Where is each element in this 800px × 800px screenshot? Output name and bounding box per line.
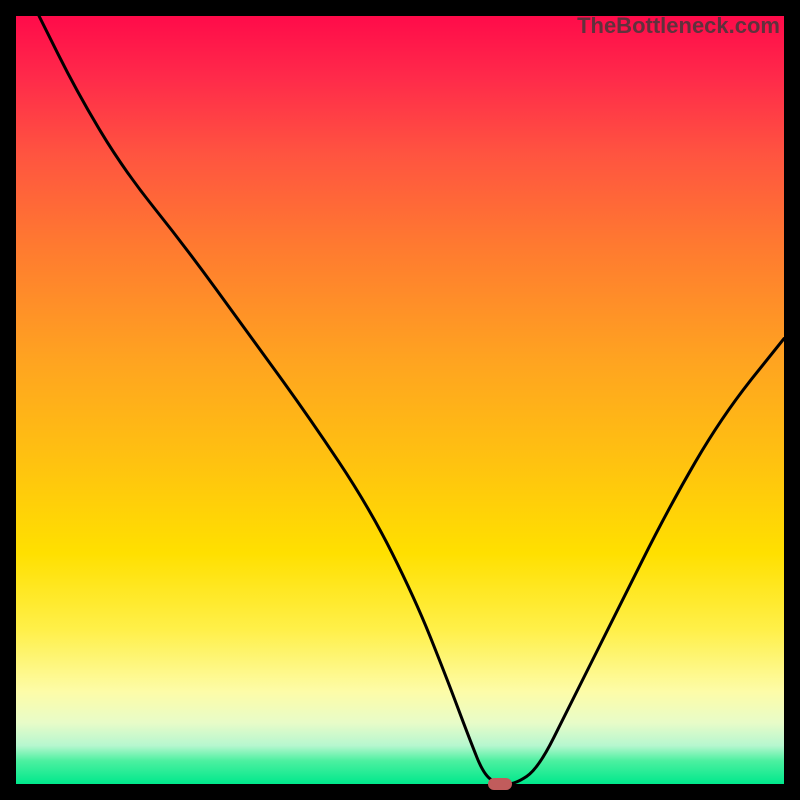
chart-plot-area: TheBottleneck.com [16,16,784,784]
bottleneck-marker [488,778,512,790]
bottleneck-curve [16,16,784,784]
chart-frame: TheBottleneck.com [0,0,800,800]
